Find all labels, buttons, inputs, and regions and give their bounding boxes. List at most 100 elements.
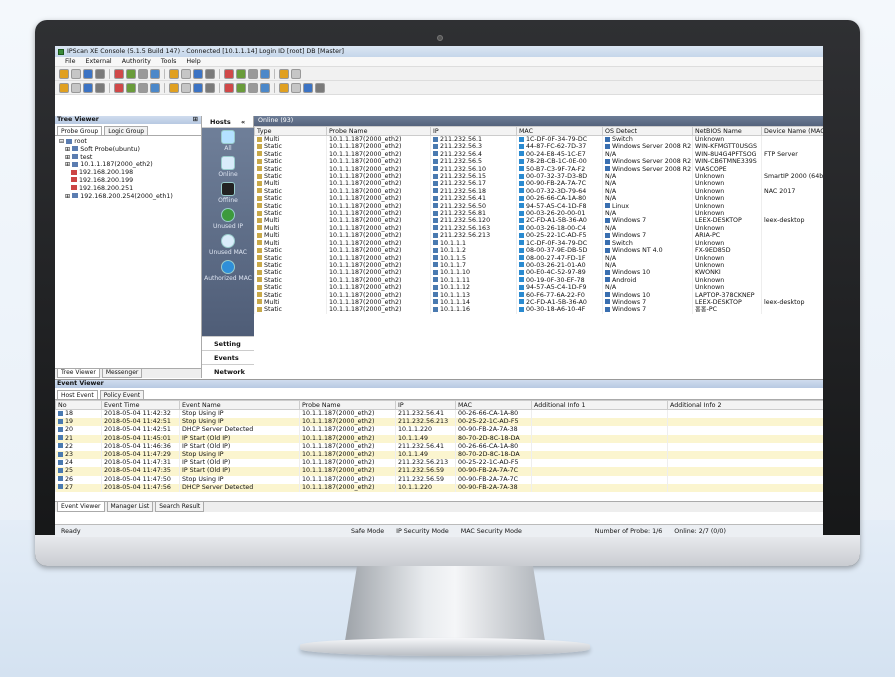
event-row[interactable]: 19 2018-05-04 11:42:51 Stop Using IP 10.1.1… bbox=[55, 418, 823, 427]
table-row[interactable]: Static 10.1.1.187(2000_eth2) 10.1.1.13 60-F… bbox=[254, 291, 823, 299]
menu-authority[interactable]: Authority bbox=[122, 58, 151, 65]
menu-external[interactable]: External bbox=[86, 58, 112, 65]
table-row[interactable]: Static 10.1.1.187(2000_eth2) 211.232.56.4 0… bbox=[254, 150, 823, 159]
table-row[interactable]: Multi 10.1.1.187(2000_eth2) 211.232.56.120… bbox=[254, 217, 823, 225]
column-header[interactable]: Additional Info 1 bbox=[531, 400, 668, 410]
toolbar-icon[interactable] bbox=[279, 82, 289, 93]
tab-host-event[interactable]: Host Event bbox=[57, 390, 98, 399]
toolbar-icon[interactable] bbox=[138, 68, 148, 79]
menu-tools[interactable]: Tools bbox=[161, 58, 177, 65]
toolbar-icon[interactable] bbox=[71, 68, 81, 79]
toolbar-icon[interactable] bbox=[248, 82, 258, 93]
table-row[interactable]: Multi 10.1.1.187(2000_eth2) 211.232.56.17 0… bbox=[254, 180, 823, 188]
event-row[interactable]: 24 2018-05-04 11:47:31 IP Start (Old IP) 10… bbox=[55, 459, 823, 468]
table-row[interactable]: Static 10.1.1.187(2000_eth2) 10.1.1.5 08-00… bbox=[254, 254, 823, 262]
tab-logic-group[interactable]: Logic Group bbox=[104, 126, 149, 135]
column-header[interactable]: Additional Info 2 bbox=[667, 400, 823, 410]
toolbar-icon[interactable] bbox=[126, 68, 136, 79]
tree-item-probe-eth1[interactable]: ⊞ 192.168.200.254(2000_eth1) bbox=[59, 193, 197, 201]
column-header[interactable]: Probe Name bbox=[326, 126, 431, 136]
table-row[interactable]: Static 10.1.1.187(2000_eth2) 211.232.56.15… bbox=[254, 173, 823, 181]
toolbar-icon[interactable] bbox=[193, 82, 203, 93]
toolbar-icon[interactable] bbox=[59, 68, 69, 79]
tree-item-probe-eth2[interactable]: ⊞ 10.1.1.187(2000_eth2) bbox=[59, 161, 197, 169]
toolbar-icon[interactable] bbox=[71, 82, 81, 93]
table-row[interactable]: Static 10.1.1.187(2000_eth2) 211.232.56.41… bbox=[254, 195, 823, 203]
table-row[interactable]: Multi 10.1.1.187(2000_eth2) 10.1.1.1 1C-DF-… bbox=[254, 239, 823, 248]
table-row[interactable]: Multi 10.1.1.187(2000_eth2) 10.1.1.14 2C-FD… bbox=[254, 298, 823, 307]
toolbar-icon[interactable] bbox=[138, 82, 148, 93]
filter-authorized-mac-button[interactable]: Authorized MAC bbox=[202, 258, 254, 288]
filter-unused-ip-button[interactable]: Unused IP bbox=[202, 206, 254, 232]
toolbar-icon[interactable] bbox=[248, 68, 258, 79]
toolbar-icon[interactable] bbox=[150, 82, 160, 93]
column-header[interactable]: IP bbox=[395, 400, 456, 410]
toolbar-icon[interactable] bbox=[114, 68, 124, 79]
tab-manager-list[interactable]: Manager List bbox=[106, 502, 154, 512]
toolbar-icon[interactable] bbox=[181, 82, 191, 93]
column-header[interactable]: Device Name (MAC bbox=[761, 126, 823, 136]
table-row[interactable]: Static 10.1.1.187(2000_eth2) 211.232.56.10… bbox=[254, 165, 823, 174]
event-row[interactable]: 25 2018-05-04 11:47:35 IP Start (Old IP) 10… bbox=[55, 467, 823, 476]
table-row[interactable]: Static 10.1.1.187(2000_eth2) 10.1.1.2 08-00… bbox=[254, 247, 823, 255]
toolbar-icon[interactable] bbox=[83, 68, 93, 79]
table-row[interactable]: Static 10.1.1.187(2000_eth2) 211.232.56.3 4… bbox=[254, 143, 823, 151]
events-section[interactable]: Events bbox=[202, 350, 254, 364]
toolbar-icon[interactable] bbox=[169, 82, 179, 93]
table-row[interactable]: Static 10.1.1.187(2000_eth2) 211.232.56.50… bbox=[254, 202, 823, 211]
table-row[interactable]: Static 10.1.1.187(2000_eth2) 10.1.1.7 00-03… bbox=[254, 261, 823, 270]
table-row[interactable]: Static 10.1.1.187(2000_eth2) 10.1.1.11 00-1… bbox=[254, 276, 823, 285]
toolbar-icon[interactable] bbox=[224, 82, 234, 93]
toolbar-icon[interactable] bbox=[193, 68, 203, 79]
toolbar-icon[interactable] bbox=[279, 68, 289, 79]
table-row[interactable]: Static 10.1.1.187(2000_eth2) 211.232.56.81… bbox=[254, 210, 823, 218]
column-header[interactable]: MAC bbox=[455, 400, 532, 410]
menu-help[interactable]: Help bbox=[186, 58, 200, 65]
toolbar-icon[interactable] bbox=[95, 68, 105, 79]
toolbar-icon[interactable] bbox=[260, 82, 270, 93]
filter-unused-mac-button[interactable]: Unused MAC bbox=[202, 232, 254, 258]
collapse-icon[interactable]: « bbox=[241, 118, 245, 126]
tree-item-test[interactable]: ⊞ test bbox=[59, 154, 197, 162]
column-header[interactable]: Type bbox=[254, 126, 327, 136]
toolbar-icon[interactable] bbox=[181, 68, 191, 79]
column-header[interactable]: Event Name bbox=[179, 400, 300, 410]
setting-section[interactable]: Setting bbox=[202, 336, 254, 350]
toolbar-icon[interactable] bbox=[95, 82, 105, 93]
menu-file[interactable]: File bbox=[65, 58, 76, 65]
toolbar-icon[interactable] bbox=[260, 68, 270, 79]
filter-online-button[interactable]: Online bbox=[202, 154, 254, 180]
event-row[interactable]: 20 2018-05-04 11:42:51 DHCP Server Detecte… bbox=[55, 426, 823, 435]
column-header[interactable]: OS Detect bbox=[602, 126, 693, 136]
toolbar-icon[interactable] bbox=[236, 82, 246, 93]
tree-item-probe-199[interactable]: 192.168.200.199 bbox=[59, 177, 197, 185]
toolbar-icon[interactable] bbox=[150, 68, 160, 79]
column-header[interactable]: NetBIOS Name bbox=[692, 126, 762, 136]
toolbar-icon[interactable] bbox=[114, 82, 124, 93]
column-header[interactable]: No bbox=[55, 400, 102, 410]
column-header[interactable]: Probe Name bbox=[299, 400, 396, 410]
toolbar-icon[interactable] bbox=[291, 82, 301, 93]
toolbar-icon[interactable] bbox=[303, 82, 313, 93]
table-row[interactable]: Multi 10.1.1.187(2000_eth2) 211.232.56.1 1C… bbox=[254, 135, 823, 144]
toolbar-icon[interactable] bbox=[205, 82, 215, 93]
event-row[interactable]: 18 2018-05-04 11:42:32 Stop Using IP 10.1.1… bbox=[55, 409, 823, 419]
tree-item-soft-probe[interactable]: ⊞ Soft Probe(ubuntu) bbox=[59, 146, 197, 154]
network-section[interactable]: Network bbox=[202, 364, 254, 378]
tab-messenger[interactable]: Messenger bbox=[101, 369, 143, 378]
toolbar-icon[interactable] bbox=[59, 82, 69, 93]
filter-offline-button[interactable]: Offline bbox=[202, 180, 254, 206]
table-row[interactable]: Static 10.1.1.187(2000_eth2) 211.232.56.5 7… bbox=[254, 158, 823, 166]
tab-search-result[interactable]: Search Result bbox=[155, 502, 205, 512]
tree-item-probe-198[interactable]: 192.168.200.198 bbox=[59, 169, 197, 177]
toolbar-icon[interactable] bbox=[315, 82, 325, 93]
toolbar-icon[interactable] bbox=[291, 68, 301, 79]
table-row[interactable]: Static 10.1.1.187(2000_eth2) 10.1.1.12 94-5… bbox=[254, 284, 823, 292]
filter-all-button[interactable]: All bbox=[202, 128, 254, 154]
table-row[interactable]: Static 10.1.1.187(2000_eth2) 211.232.56.18… bbox=[254, 187, 823, 196]
event-row[interactable]: 26 2018-05-04 11:47:50 Stop Using IP 10.1.1… bbox=[55, 475, 823, 484]
toolbar-icon[interactable] bbox=[83, 82, 93, 93]
tab-probe-group[interactable]: Probe Group bbox=[57, 126, 103, 135]
tree-item-root[interactable]: ⊟ root bbox=[59, 138, 197, 146]
toolbar-icon[interactable] bbox=[126, 82, 136, 93]
